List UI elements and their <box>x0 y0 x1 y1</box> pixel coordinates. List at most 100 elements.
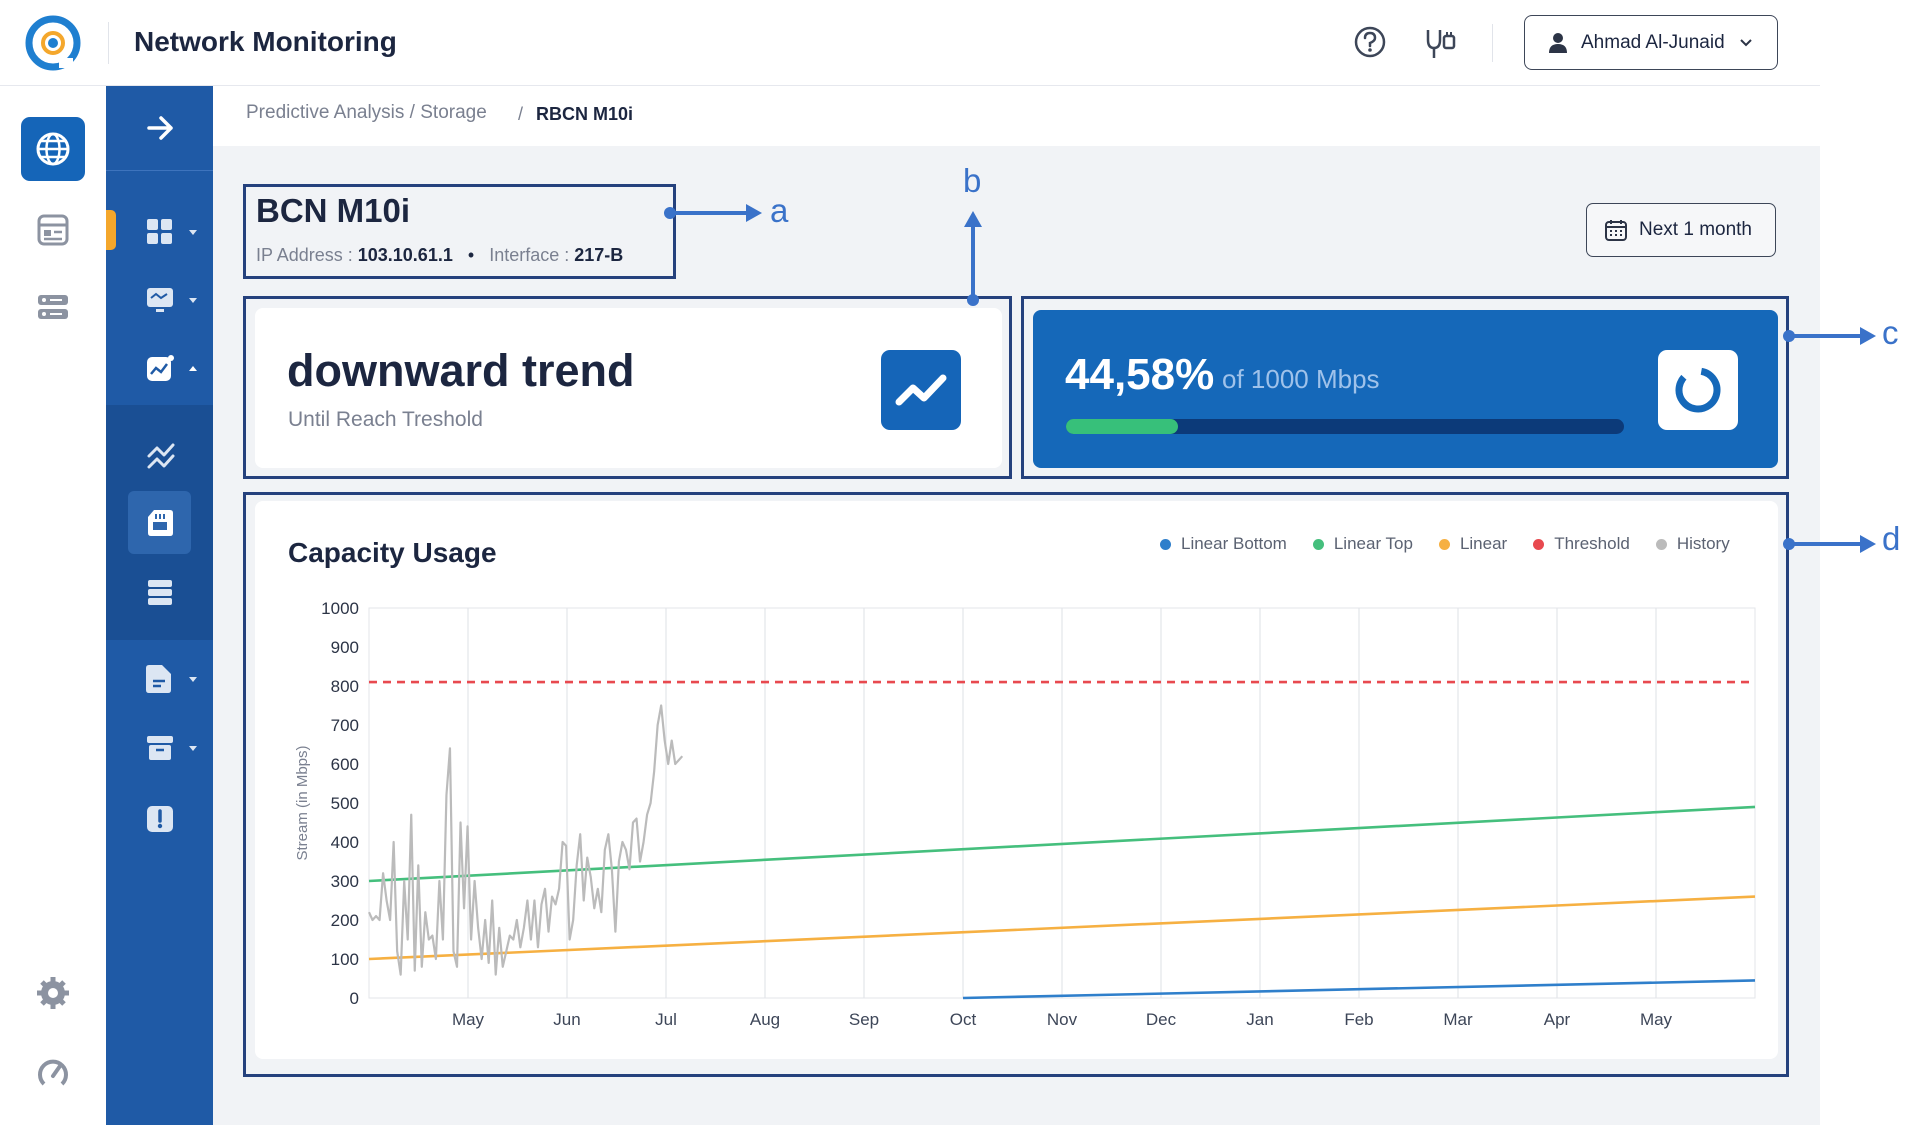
x-tick-label: Sep <box>849 1010 879 1029</box>
ip-value: 103.10.61.1 <box>357 245 453 265</box>
y-tick-label: 300 <box>331 872 359 891</box>
legend-item[interactable]: Threshold <box>1533 534 1630 554</box>
annotation-arrow <box>971 226 975 298</box>
sd-card-icon <box>148 510 173 536</box>
ip-label: IP Address : <box>256 245 353 265</box>
date-range-label: Next 1 month <box>1639 219 1752 240</box>
plug-icon[interactable] <box>1420 22 1460 62</box>
divider <box>108 22 109 64</box>
y-tick-label: 100 <box>331 950 359 969</box>
breadcrumb-path[interactable]: Predictive Analysis / Storage <box>246 102 487 124</box>
chart-legend: Linear Bottom Linear Top Linear Threshold Hi… <box>1160 534 1730 554</box>
side-nav-indicator <box>106 210 116 250</box>
y-tick-label: 600 <box>331 755 359 774</box>
legend-dot <box>1438 538 1450 550</box>
legend-label: Linear Bottom <box>1181 534 1287 553</box>
meta-bullet: • <box>467 245 475 265</box>
caret-down-icon <box>189 230 197 235</box>
arrow-head-icon <box>746 204 762 222</box>
y-tick-label: 900 <box>331 638 359 657</box>
arrow-head-icon <box>1860 327 1876 345</box>
user-icon <box>1549 32 1567 53</box>
calendar-panel-icon[interactable] <box>36 213 70 247</box>
archive-icon <box>147 736 173 760</box>
trend-subtitle: Until Reach Treshold <box>288 408 483 431</box>
x-tick-label: Jun <box>553 1010 580 1029</box>
y-tick-label: 0 <box>350 989 359 1008</box>
alert-icon[interactable] <box>146 805 174 833</box>
x-tick-label: May <box>1640 1010 1673 1029</box>
series-line-history <box>367 704 684 976</box>
y-tick-label: 700 <box>331 716 359 735</box>
annotation-label-a: a <box>770 192 789 229</box>
user-menu-button[interactable]: Ahmad Al-Junaid <box>1524 15 1778 70</box>
chart-icon <box>147 355 174 381</box>
annotation-arrow <box>1789 334 1864 338</box>
server-icon[interactable] <box>36 292 70 322</box>
legend-dot <box>1655 538 1667 550</box>
arrow-head-icon <box>964 211 982 227</box>
document-icon <box>146 665 171 693</box>
list-icon[interactable] <box>146 578 174 606</box>
y-tick-label: 500 <box>331 794 359 813</box>
annotation-label-c: c <box>1882 314 1899 351</box>
x-tick-label: Mar <box>1443 1010 1473 1029</box>
legend-item[interactable]: History <box>1655 534 1730 554</box>
legend-dot <box>1160 538 1171 550</box>
gauge-icon[interactable] <box>36 1056 70 1090</box>
divider <box>1492 24 1493 62</box>
breadcrumb-separator: / <box>518 104 524 124</box>
usage-capacity: of 1000 Mbps <box>1222 364 1380 394</box>
rail-item-network[interactable] <box>21 117 85 181</box>
legend-label: Linear <box>1459 534 1508 553</box>
annotation-label-b: b <box>963 162 982 199</box>
chart-title: Capacity Usage <box>288 537 497 568</box>
legend-item[interactable]: Linear Top <box>1312 534 1413 554</box>
globe-icon <box>36 132 70 166</box>
legend-label: History <box>1676 534 1730 553</box>
side-nav-item-predictive[interactable] <box>146 355 204 385</box>
x-tick-label: Nov <box>1047 1010 1078 1029</box>
interface-value: 217-B <box>574 245 624 265</box>
trend-badge <box>881 350 961 430</box>
legend-label: Threshold <box>1554 534 1630 553</box>
capacity-chart: May Jun Jul Aug Sep Oct Nov Dec Jan Feb Mar Apr May 0… <box>294 599 1756 1029</box>
trend-up-icon <box>895 374 947 406</box>
side-nav-item-dashboard[interactable] <box>146 218 204 246</box>
usage-badge <box>1658 350 1738 430</box>
interface-label: Interface : <box>489 245 570 265</box>
x-tick-label: Apr <box>1544 1010 1571 1029</box>
y-tick-label: 200 <box>331 911 359 930</box>
side-nav-item-reports[interactable] <box>146 664 204 694</box>
arrow-right-icon[interactable] <box>146 114 176 142</box>
user-name: Ahmad Al-Junaid <box>1581 31 1725 53</box>
x-tick-label: Feb <box>1344 1010 1373 1029</box>
y-axis-label: Stream (in Mbps) <box>294 745 311 860</box>
x-tick-label: Oct <box>950 1010 977 1029</box>
usage-percent: 44,58% <box>1065 350 1215 399</box>
side-nav-item-archive[interactable] <box>146 734 204 764</box>
trend-title: downward trend <box>287 345 635 396</box>
chevron-down-icon <box>1739 38 1752 46</box>
annotation-arrow <box>670 211 750 215</box>
logo-icon[interactable] <box>24 14 82 72</box>
legend-item[interactable]: Linear <box>1438 534 1508 554</box>
calendar-icon <box>1605 220 1627 241</box>
legend-label: Linear Top <box>1333 534 1413 553</box>
usage-progress-fill <box>1066 419 1178 434</box>
trend-icon[interactable] <box>146 440 176 470</box>
legend-item[interactable]: Linear Bottom <box>1160 534 1287 554</box>
y-tick-label: 800 <box>331 677 359 696</box>
y-tick-label: 1000 <box>321 599 359 618</box>
date-range-button[interactable]: Next 1 month <box>1586 203 1776 257</box>
monitor-icon <box>147 288 173 312</box>
side-nav-item-monitor[interactable] <box>146 286 204 314</box>
divider <box>106 170 213 171</box>
x-tick-label: May <box>452 1010 485 1029</box>
legend-dot <box>1533 538 1545 550</box>
top-bar: Network Monitoring Ahmad Al-Junaid <box>0 0 1820 86</box>
help-icon[interactable] <box>1352 22 1388 62</box>
legend-dot <box>1312 538 1324 550</box>
breadcrumb-current: RBCN M10i <box>536 104 634 124</box>
settings-icon[interactable] <box>36 976 70 1010</box>
